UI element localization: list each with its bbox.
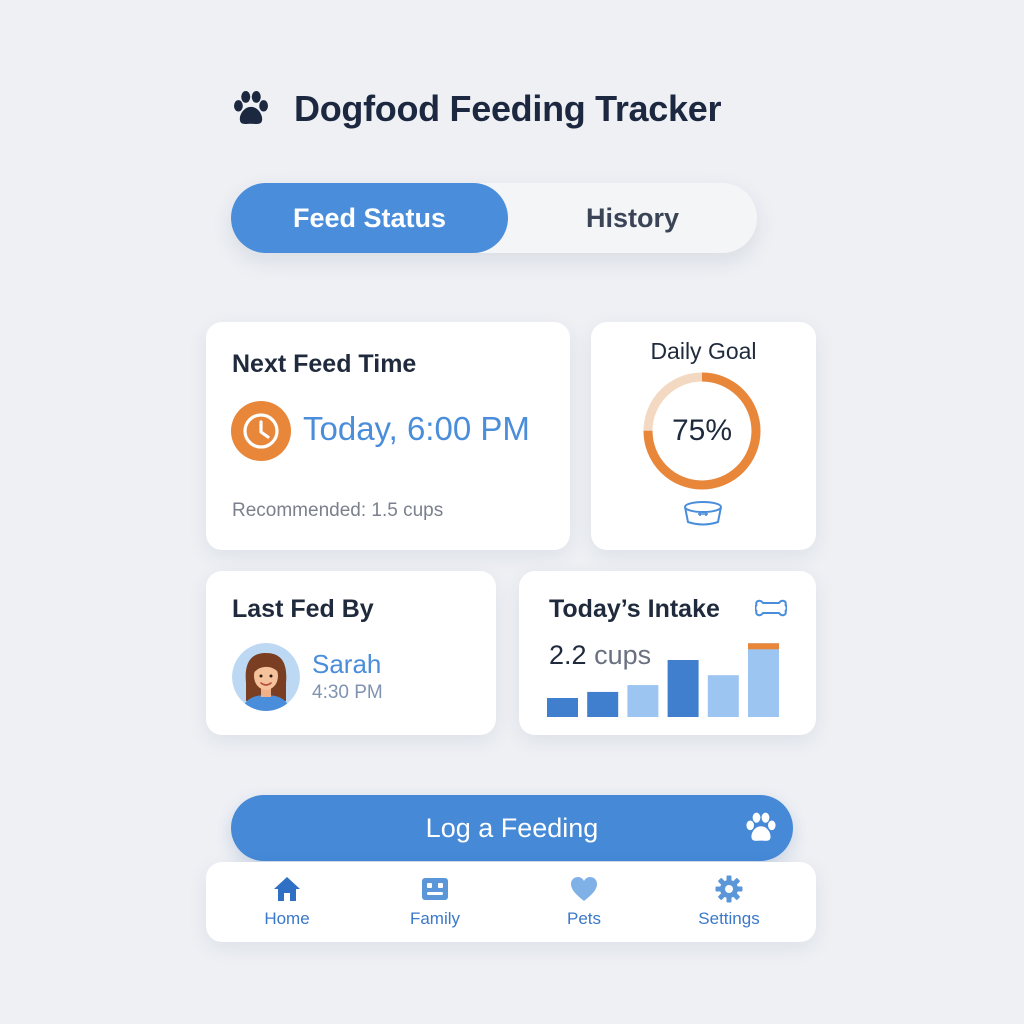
daily-goal-title: Daily Goal xyxy=(650,338,757,364)
recommended-amount: Recommended: 1.5 cups xyxy=(232,500,444,521)
intake-title: Today’s Intake xyxy=(549,595,720,623)
nav-settings-label: Settings xyxy=(698,909,760,928)
view-tabs: Feed Status History xyxy=(231,183,757,253)
nav-family-label: Family xyxy=(409,909,461,928)
nav-family[interactable]: Family xyxy=(380,874,490,929)
app-title: Dogfood Feeding Tracker xyxy=(294,88,722,129)
nav-home[interactable]: Home xyxy=(232,874,342,929)
next-feed-card: Next Feed Time Today, 6:00 PM Recommende… xyxy=(206,322,570,550)
avatar xyxy=(232,643,300,711)
nav-pets[interactable]: Pets xyxy=(529,874,639,929)
tab-history[interactable]: History xyxy=(508,183,757,253)
clock-icon xyxy=(231,401,291,461)
heart-icon xyxy=(571,877,597,901)
intake-bar-goal-cap xyxy=(748,643,779,650)
intake-bar xyxy=(547,698,578,717)
last-fed-title: Last Fed By xyxy=(232,595,374,623)
next-feed-time: Today, 6:00 PM xyxy=(303,410,530,447)
family-icon xyxy=(422,878,448,900)
nav-settings[interactable]: Settings xyxy=(674,874,784,929)
log-feeding-button[interactable]: Log a Feeding xyxy=(231,795,793,861)
intake-bar xyxy=(667,660,699,717)
app-header: Dogfood Feeding Tracker xyxy=(230,88,721,130)
last-fed-card: Last Fed By Sarah 4:30 PM xyxy=(206,571,496,735)
bone-icon xyxy=(755,599,787,617)
daily-goal-card: Daily Goal 75% xyxy=(591,322,816,550)
intake-bar xyxy=(707,675,739,717)
log-feeding-label: Log a Feeding xyxy=(425,812,599,843)
home-icon xyxy=(274,877,300,901)
fed-by-name: Sarah xyxy=(312,649,382,679)
fed-time: 4:30 PM xyxy=(312,682,383,703)
intake-bar xyxy=(748,643,779,717)
intake-bar xyxy=(627,685,659,717)
intake-card: Today’s Intake 2.2 cups xyxy=(519,571,816,735)
nav-home-label: Home xyxy=(264,909,310,928)
bowl-icon xyxy=(684,501,722,526)
intake-bar xyxy=(587,691,619,717)
intake-bar-chart xyxy=(547,643,779,717)
paw-icon xyxy=(746,812,776,841)
next-feed-title: Next Feed Time xyxy=(232,350,417,378)
bottom-nav: Home Family Pets Settings xyxy=(206,862,816,942)
nav-pets-label: Pets xyxy=(566,909,602,928)
tab-feed-status[interactable]: Feed Status xyxy=(231,183,508,253)
goal-percent: 75% xyxy=(671,414,733,447)
gear-icon xyxy=(715,875,743,903)
paw-icon xyxy=(233,91,269,124)
